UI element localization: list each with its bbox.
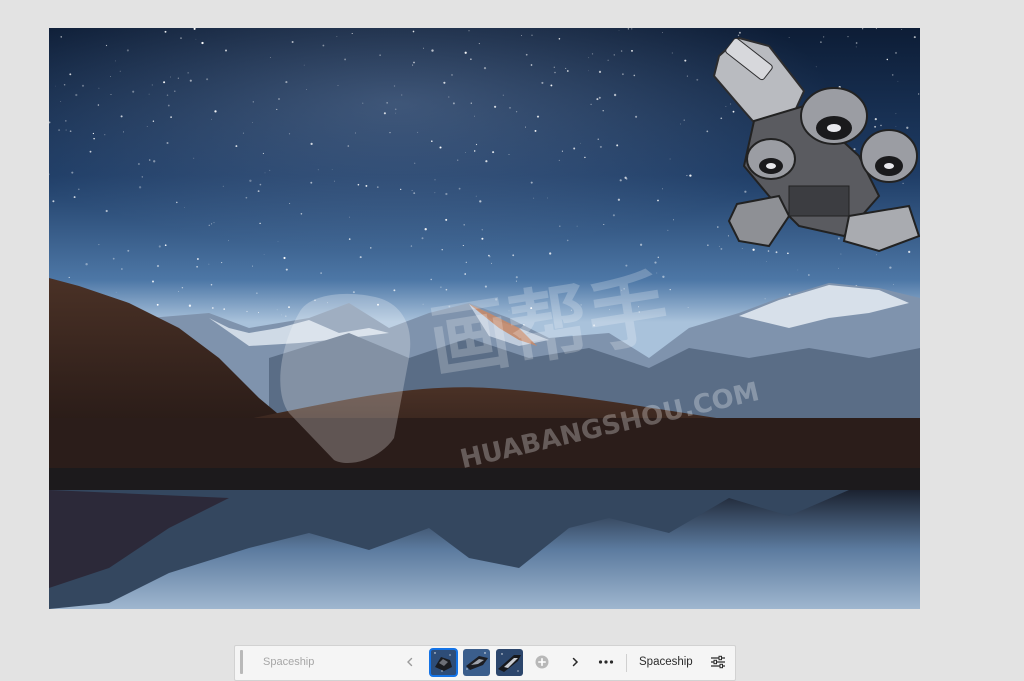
variation-thumbnail-1[interactable] <box>429 648 458 677</box>
more-options-button[interactable] <box>597 650 615 674</box>
settings-button[interactable] <box>709 650 727 674</box>
chevron-left-icon <box>407 657 413 667</box>
generate-button[interactable]: Spaceship <box>639 650 693 674</box>
next-button[interactable] <box>568 650 582 674</box>
canvas-image: 画帮手 HUABANGSHOU.COM <box>49 28 920 609</box>
chevron-right-icon <box>572 657 579 667</box>
ellipsis-icon <box>598 660 614 664</box>
previous-button[interactable] <box>403 650 417 674</box>
sliders-icon <box>711 655 725 669</box>
plus-circle-icon <box>535 655 549 669</box>
variation-thumbnail-2[interactable] <box>463 649 490 676</box>
taskbar-divider <box>626 654 627 672</box>
prompt-input[interactable] <box>249 649 401 675</box>
add-variation-button[interactable] <box>534 650 550 674</box>
variation-thumbnail-3[interactable] <box>496 649 523 676</box>
drag-handle[interactable] <box>240 650 243 674</box>
